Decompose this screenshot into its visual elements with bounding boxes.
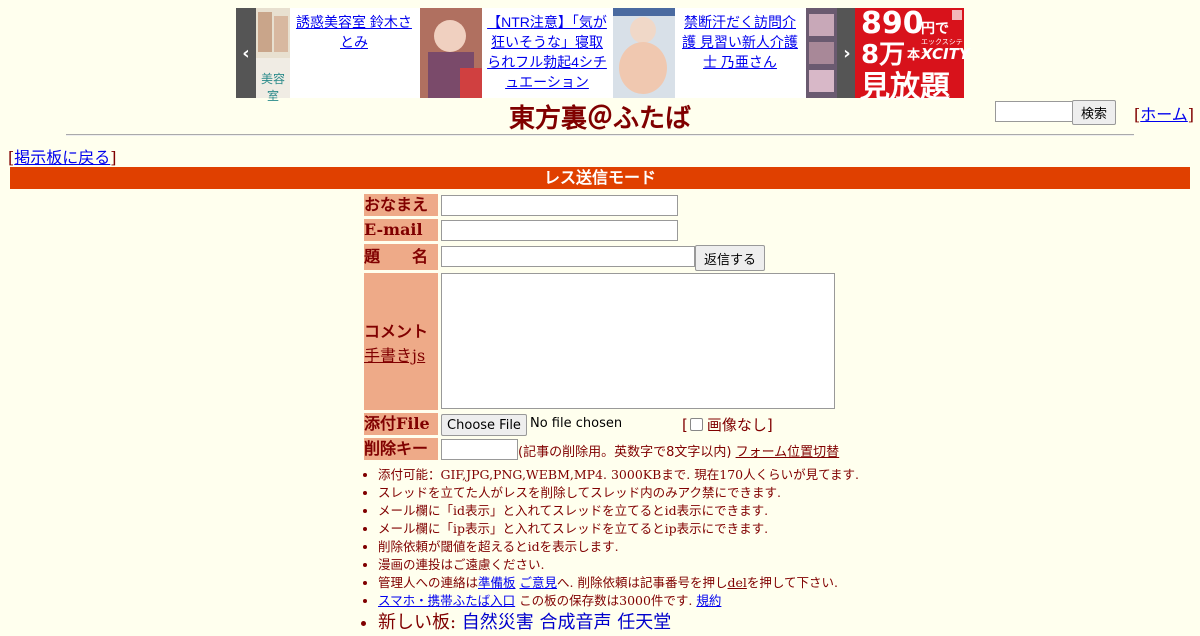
delete-key-label: 削除キー: [364, 438, 438, 460]
reply-mode-bar: レス送信モード: [10, 167, 1190, 189]
file-label: 添付File: [364, 413, 438, 435]
chevron-left-icon[interactable]: ‹: [236, 8, 256, 98]
rule-item: 削除依頼が閾値を超えるとidを表示します.: [378, 538, 859, 556]
ad-banner-xcity[interactable]: 890 円で 8万 本 エックスシティ XCITY 見放題: [855, 6, 970, 105]
new-boards-item: 新しい板: 自然災害 合成音声 任天堂: [378, 610, 859, 636]
no-image-label: 画像なし: [706, 416, 767, 434]
ad-thumbnail-2[interactable]: [420, 8, 482, 98]
terms-link[interactable]: 規約: [696, 593, 721, 608]
no-image-checkbox[interactable]: [689, 418, 703, 431]
banner-brand: XCITY: [921, 45, 970, 63]
name-input[interactable]: [441, 195, 678, 216]
comment-label: コメント: [364, 321, 429, 341]
rule-item: メール欄に「ip表示」と入れてスレッドを立てるとip表示にできます.: [378, 520, 859, 538]
rule-item-mobile: スマホ・携帯ふたば入口 この板の保存数は3000件です. 規約: [378, 592, 859, 610]
rule-item: メール欄に「id表示」と入れてスレッドを立てるとid表示にできます.: [378, 502, 859, 520]
rule-item: 漫画の連投はご遠慮ください.: [378, 556, 859, 574]
posting-rules: 添付可能：GIF,JPG,PNG,WEBM,MP4. 3000KBまで. 現在1…: [362, 466, 859, 636]
ad-carousel: ‹ 美容室 誘惑美容室 鈴木さとみ 【NTR注意】「気が狂いそうな」寝取られフル…: [236, 6, 970, 105]
comment-textarea[interactable]: [441, 273, 835, 409]
banner-price-unit: 円で: [921, 21, 949, 37]
chevron-right-icon[interactable]: ›: [837, 8, 857, 98]
ad-link-1[interactable]: 誘惑美容室 鈴木さとみ: [292, 12, 416, 52]
rule-item: スレッドを立てた人がレスを削除してスレッド内のみアク禁にできます.: [378, 484, 859, 502]
ad-link-2[interactable]: 【NTR注意】「気が狂いそうな」寝取られフル勃起4シチュエーション: [486, 12, 608, 92]
banner-count-unit: 本: [907, 48, 921, 63]
back-link-wrapper: [掲示板に戻る]: [8, 148, 117, 167]
search-input[interactable]: [995, 101, 1075, 122]
ad-link-3[interactable]: 禁断汗だく訪問介護 見習い新人介護士 乃亜さん: [678, 12, 802, 72]
home-link[interactable]: ホーム: [1140, 105, 1188, 124]
choose-file-button[interactable]: Choose File: [441, 414, 527, 436]
mobile-entrance-link[interactable]: スマホ・携帯ふたば入口: [378, 593, 515, 608]
subject-input[interactable]: [441, 246, 695, 267]
handwrite-js-link[interactable]: 手書きjs: [364, 342, 438, 366]
prep-board-link[interactable]: 準備板: [478, 575, 516, 590]
form-position-toggle-link[interactable]: フォーム位置切替: [736, 445, 840, 460]
home-link-wrapper: [ホーム]: [1134, 105, 1195, 124]
back-to-board-link[interactable]: 掲示板に戻る: [14, 148, 110, 167]
delete-key-note-wrapper: (記事の削除用。英数字で8文字以内) フォーム位置切替: [518, 441, 839, 460]
search-button[interactable]: 検索: [1072, 100, 1116, 125]
ad-thumbnail-3[interactable]: [613, 8, 675, 98]
email-input[interactable]: [441, 220, 678, 241]
del-link[interactable]: del: [727, 575, 746, 590]
feedback-link[interactable]: ご意見: [520, 575, 558, 590]
delete-key-note: (記事の削除用。英数字で8文字以内): [518, 445, 732, 460]
name-label: おなまえ: [364, 194, 438, 216]
comment-label-cell: コメント 手書きjs: [364, 273, 438, 410]
no-image-option: [ 画像なし ]: [682, 415, 773, 435]
rule-item: 添付可能：GIF,JPG,PNG,WEBM,MP4. 3000KBまで. 現在1…: [378, 466, 859, 484]
rule-item-contact: 管理人への連絡は準備板 ご意見へ. 削除依頼は記事番号を押しdelを押して下さい…: [378, 574, 859, 592]
delete-key-input[interactable]: [441, 439, 518, 460]
submit-reply-button[interactable]: 返信する: [695, 245, 765, 271]
ad-info-icon[interactable]: [952, 10, 962, 20]
file-status: No file chosen: [530, 416, 623, 431]
subject-label: 題 名: [364, 244, 438, 270]
ad-thumbnail-4[interactable]: [806, 8, 837, 98]
header-divider: [66, 134, 1134, 136]
email-label: E-mail: [364, 219, 438, 241]
